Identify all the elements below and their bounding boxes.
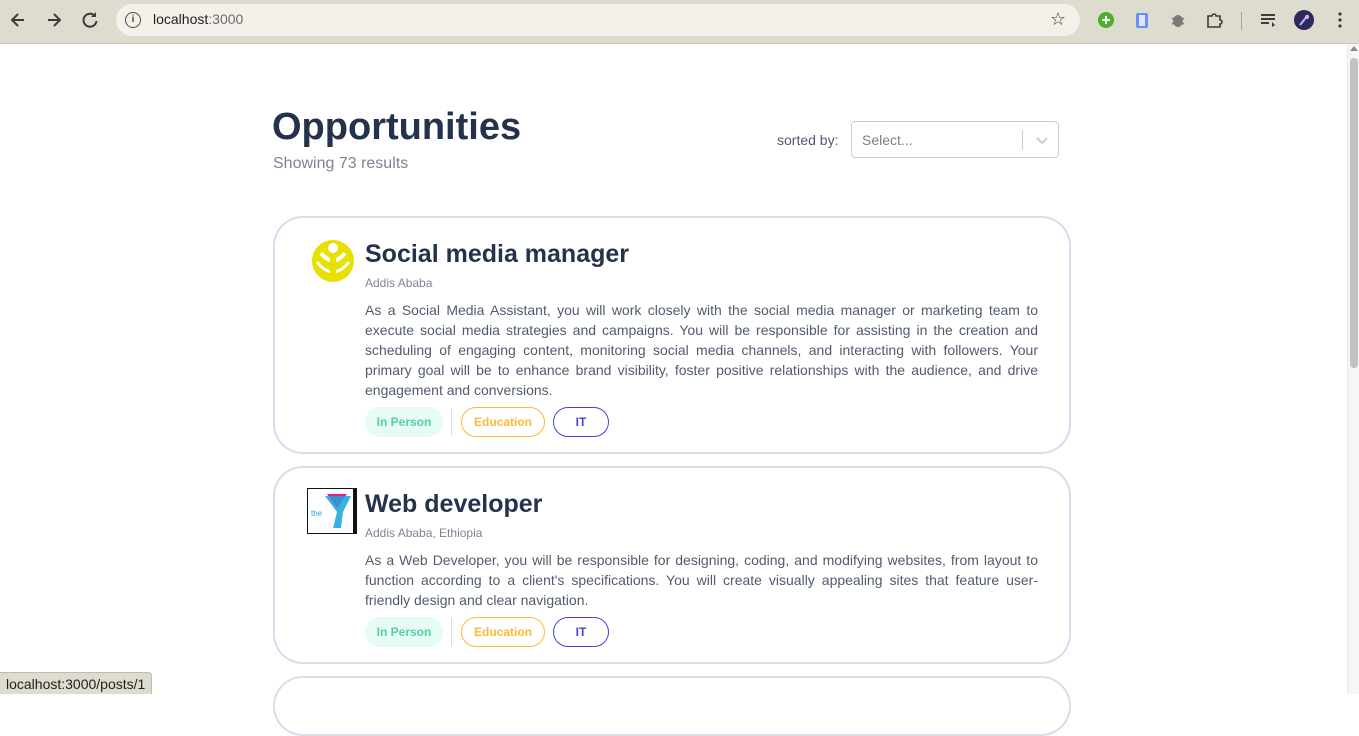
scroll-thumb[interactable] xyxy=(1350,58,1358,368)
profile-avatar-icon[interactable] xyxy=(1294,10,1314,30)
page-title: Opportunities xyxy=(272,106,522,148)
url-port: :3000 xyxy=(208,11,244,27)
sort-select-separator xyxy=(1022,130,1023,150)
opportunity-card[interactable]: the Web developer Addis Ababa, Ethiopia … xyxy=(273,466,1071,664)
tag-divider xyxy=(451,408,452,436)
company-logo xyxy=(312,240,354,282)
toolbar-divider xyxy=(1241,12,1242,30)
opportunity-card[interactable]: Social media manager Addis Ababa As a So… xyxy=(273,216,1071,454)
back-button[interactable] xyxy=(7,9,29,31)
chevron-down-icon[interactable] xyxy=(1032,130,1052,150)
opportunity-card[interactable] xyxy=(273,676,1071,736)
post-location: Addis Ababa xyxy=(365,276,433,290)
extension-bug-icon[interactable] xyxy=(1169,11,1187,29)
browser-toolbar: i localhost:3000 ☆ xyxy=(0,0,1359,44)
arrow-right-icon xyxy=(48,13,62,27)
sort-select[interactable]: Select... xyxy=(851,121,1059,158)
url-host: localhost xyxy=(153,11,209,27)
category-badge-it: IT xyxy=(553,407,609,437)
browser-menu-icon[interactable] xyxy=(1331,11,1349,29)
bookmark-star-icon[interactable]: ☆ xyxy=(1050,9,1066,30)
post-description: As a Web Developer, you will be responsi… xyxy=(365,552,1038,608)
address-bar[interactable]: i localhost:3000 ☆ xyxy=(116,4,1080,36)
site-info-icon[interactable]: i xyxy=(125,12,141,28)
extension-green-plus-icon[interactable] xyxy=(1097,11,1115,29)
reload-icon xyxy=(82,12,98,28)
post-description: As a Social Media Assistant, you will wo… xyxy=(365,302,1038,398)
post-tags: In Person Education IT xyxy=(365,407,615,437)
category-badge-it: IT xyxy=(553,617,609,647)
arrow-left-icon xyxy=(10,13,24,27)
sort-label: sorted by: xyxy=(777,132,839,148)
reload-button[interactable] xyxy=(79,9,101,31)
post-title[interactable]: Web developer xyxy=(365,490,542,519)
sort-select-placeholder: Select... xyxy=(862,132,913,148)
results-count: Showing 73 results xyxy=(273,155,409,172)
category-badge-education: Education xyxy=(461,617,545,647)
extension-clipboard-icon[interactable] xyxy=(1133,11,1151,29)
mode-badge: In Person xyxy=(365,407,443,437)
forward-button[interactable] xyxy=(43,9,65,31)
scroll-up-arrow-icon[interactable] xyxy=(1350,46,1358,51)
category-badge-education: Education xyxy=(461,407,545,437)
status-bar-url: localhost:3000/posts/1 xyxy=(0,672,153,694)
tag-divider xyxy=(451,618,452,646)
post-location: Addis Ababa, Ethiopia xyxy=(365,526,483,540)
address-url[interactable]: localhost:3000 xyxy=(153,11,243,27)
mode-badge: In Person xyxy=(365,617,443,647)
media-controls-icon[interactable] xyxy=(1259,11,1277,29)
extensions-puzzle-icon[interactable] xyxy=(1205,11,1223,29)
page-scrollbar[interactable] xyxy=(1347,44,1359,694)
company-logo-text: the xyxy=(311,509,323,518)
company-logo: the xyxy=(307,488,357,534)
post-title[interactable]: Social media manager xyxy=(365,240,629,269)
post-tags: In Person Education IT xyxy=(365,617,615,647)
